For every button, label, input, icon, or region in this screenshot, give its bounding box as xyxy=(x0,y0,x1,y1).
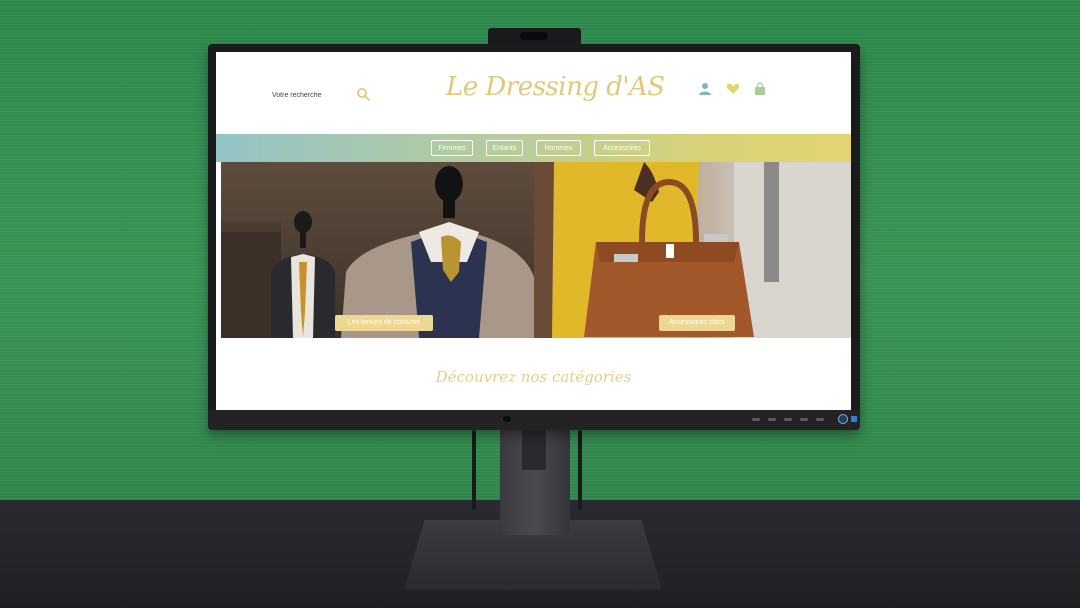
site-header: Le Dressing d'AS xyxy=(216,52,851,134)
power-led xyxy=(851,416,857,422)
user-icon[interactable] xyxy=(698,82,712,96)
monitor-brand-label xyxy=(214,413,216,419)
heart-icon[interactable] xyxy=(726,82,740,96)
site-logo[interactable]: Le Dressing d'AS xyxy=(446,72,665,102)
hero-image-handbag xyxy=(534,162,851,338)
hero-banner-accessories[interactable]: Accessoires chics xyxy=(534,162,851,338)
monitor-sensor xyxy=(503,416,511,422)
monitor-stand-cable-slot xyxy=(522,430,546,470)
webcam-lens xyxy=(520,32,548,40)
category-nav: Femmes Enfants Hommes Accessoires xyxy=(216,134,851,162)
nav-item-femmes[interactable]: Femmes xyxy=(431,140,473,156)
monitor-button xyxy=(752,418,760,421)
categories-heading: Découvrez nos catégories xyxy=(435,368,632,386)
hero-image-mannequins xyxy=(221,166,534,338)
cable-right xyxy=(578,430,582,510)
hero-banner-men-suits[interactable]: Les tenues de costume xyxy=(221,162,534,338)
search-icon[interactable] xyxy=(356,87,370,101)
nav-item-enfants[interactable]: Enfants xyxy=(486,140,523,156)
power-button xyxy=(838,414,848,424)
monitor-button xyxy=(800,418,808,421)
shopping-bag-icon[interactable] xyxy=(753,82,767,96)
nav-item-accessoires[interactable]: Accessoires xyxy=(594,140,650,156)
monitor-button xyxy=(768,418,776,421)
search-input[interactable] xyxy=(272,88,352,102)
monitor-button xyxy=(784,418,792,421)
monitor-chin xyxy=(208,410,860,430)
hero-right-button[interactable]: Accessoires chics xyxy=(659,315,735,331)
monitor-button xyxy=(816,418,824,421)
cable-left xyxy=(472,430,476,510)
monitor-screen: Le Dressing d'AS Femmes Enfants Hommes A… xyxy=(216,52,851,410)
nav-item-hommes[interactable]: Hommes xyxy=(536,140,581,156)
photo-scene: Le Dressing d'AS Femmes Enfants Hommes A… xyxy=(0,0,1080,608)
hero-left-button[interactable]: Les tenues de costume xyxy=(335,315,433,331)
